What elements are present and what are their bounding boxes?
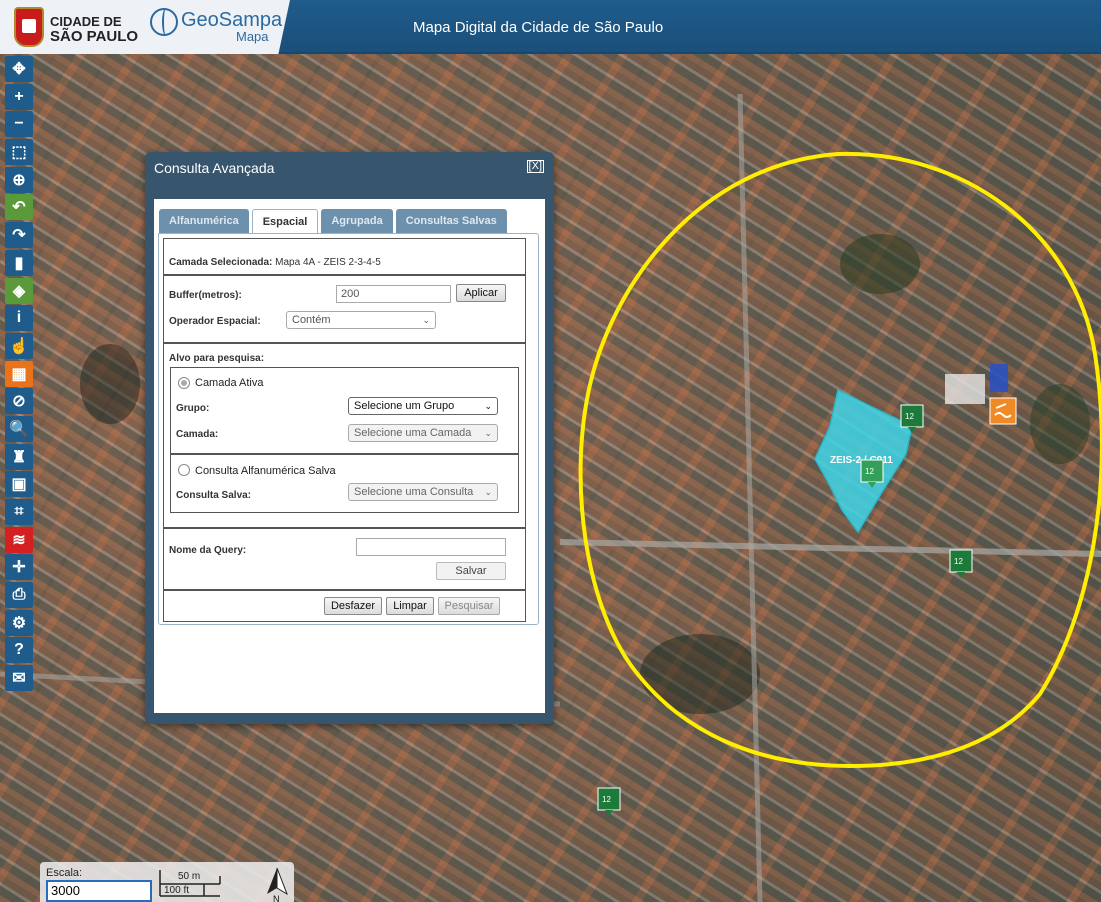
pan-icon[interactable]: ✥ (5, 56, 33, 82)
undo-icon[interactable]: ↶ (5, 194, 33, 221)
query-name-box: Nome da Query: Salvar (163, 528, 526, 590)
scale-widget: Escala: 3000 50 m 100 ft N (40, 862, 294, 902)
dialog-title: Consulta Avançada (154, 160, 275, 176)
pesquisar-button[interactable]: Pesquisar (438, 597, 500, 615)
tools-icon[interactable]: ⊘ (5, 388, 33, 415)
layers-icon[interactable]: ◈ (5, 277, 33, 304)
saved-query-label: Consulta Salva: (176, 490, 252, 501)
saved-query-radio[interactable] (178, 464, 190, 476)
zoom-in-icon[interactable]: + (5, 83, 33, 110)
redo-icon[interactable]: ↷ (5, 222, 33, 249)
terrain-icon[interactable]: ≋ (5, 526, 33, 553)
geosampa-globe-icon (150, 8, 178, 36)
active-layer-radio[interactable] (178, 377, 190, 389)
swimming-pool-marker (989, 397, 1017, 425)
mail-icon[interactable]: ✉ (5, 665, 33, 692)
tab-espacial[interactable]: Espacial (251, 209, 319, 233)
zoom-box-icon[interactable]: ⬚ (5, 139, 33, 166)
help-icon[interactable]: ? (5, 637, 33, 664)
actions-box: Desfazer Limpar Pesquisar (163, 590, 526, 622)
info-icon[interactable]: i (5, 305, 33, 332)
print-icon[interactable]: ⎙ (5, 582, 33, 609)
layer-label: Camada: (176, 429, 219, 440)
group-select[interactable]: Selecione um Grupo ⌄ (348, 397, 498, 415)
geosampa-subtitle: Mapa (236, 29, 269, 44)
buffer-label: Buffer(metros): (169, 290, 242, 301)
hand-pointer-icon[interactable]: ☝ (5, 332, 33, 359)
zoom-out-icon[interactable]: − (5, 111, 33, 138)
target-label: Alvo para pesquisa: (169, 353, 265, 364)
stamp-icon[interactable]: ♜ (5, 443, 33, 470)
saved-query-radio-label: Consulta Alfanumérica Salva (195, 465, 336, 477)
scale-label: Escala: (46, 867, 83, 879)
operator-select[interactable]: Contém ⌄ (286, 311, 436, 329)
advanced-query-dialog[interactable]: Consulta Avançada [X] Alfanumérica Espac… (145, 152, 554, 724)
map-marker: 12 (949, 549, 973, 578)
saved-query-select[interactable]: Selecione uma Consulta ⌄ (348, 483, 498, 501)
scale-metric: 50 m (178, 871, 201, 882)
buffer-input[interactable]: 200 (336, 285, 451, 303)
dialog-body: Alfanumérica Espacial Agrupada Consultas… (154, 199, 545, 713)
query-name-input[interactable] (356, 538, 506, 556)
svg-text:12: 12 (865, 467, 874, 476)
map-marker: 12 (597, 787, 621, 816)
city-crest-icon (14, 7, 44, 47)
tab-consultas-salvas[interactable]: Consultas Salvas (395, 209, 507, 233)
limpar-button[interactable]: Limpar (386, 597, 434, 615)
layer-select[interactable]: Selecione uma Camada ⌄ (348, 424, 498, 442)
close-button[interactable]: [X] (526, 160, 544, 173)
svg-text:N: N (273, 894, 280, 902)
svg-text:12: 12 (954, 557, 963, 566)
desfazer-button[interactable]: Desfazer (324, 597, 382, 615)
bookmark-icon[interactable]: ▮ (5, 249, 33, 276)
chevron-down-icon: ⌄ (484, 427, 492, 438)
globe-icon[interactable]: ⊕ (5, 166, 33, 193)
route-icon[interactable]: ✛ (5, 554, 33, 581)
scale-imperial: 100 ft (164, 885, 190, 896)
buffer-box: Buffer(metros): 200 Aplicar Operador Esp… (163, 275, 526, 343)
search-icon[interactable]: 🔍 (5, 415, 33, 442)
query-name-label: Nome da Query: (169, 545, 247, 556)
table-icon[interactable]: ▦ (5, 360, 33, 387)
page-title: Mapa Digital da Cidade de São Paulo (413, 19, 664, 36)
svg-text:12: 12 (905, 412, 914, 421)
tab-alfanumerica[interactable]: Alfanumérica (159, 209, 249, 233)
tab-bar: Alfanumérica Espacial Agrupada Consultas… (159, 209, 510, 233)
aplicar-button[interactable]: Aplicar (456, 284, 506, 302)
map-toolbar: ✥ + − ⬚ ⊕ ↶ ↷ ▮ ◈ i ☝ ▦ ⊘ 🔍 ♜ ▣ ⌗ ≋ ✛ ⎙ ⚙? ✉ (5, 56, 33, 693)
chevron-down-icon: ⌄ (484, 486, 492, 497)
selected-layer-label: Camada Selecionada: Mapa 4A - ZEIS 2-3-4… (169, 257, 381, 268)
chevron-down-icon: ⌄ (484, 400, 492, 411)
measure-icon[interactable]: ⌗ (5, 499, 33, 525)
active-layer-box: Camada Ativa Grupo: Selecione um Grupo ⌄ … (170, 367, 519, 454)
city-name-line2: SÃO PAULO (50, 28, 139, 45)
selected-layer-value: Mapa 4A - ZEIS 2-3-4-5 (275, 257, 381, 268)
north-arrow-icon: N (267, 867, 288, 902)
salvar-button[interactable]: Salvar (436, 562, 506, 580)
logo-area: CIDADE DE SÃO PAULO GeoSampa Mapa (0, 0, 290, 54)
espacial-panel: Camada Selecionada: Mapa 4A - ZEIS 2-3-4… (158, 233, 539, 625)
app-header: CIDADE DE SÃO PAULO GeoSampa Mapa Mapa D… (0, 0, 1101, 54)
target-box: Alvo para pesquisa: Camada Ativa Grupo: … (163, 343, 526, 528)
svg-text:12: 12 (602, 795, 611, 804)
scale-input[interactable]: 3000 (46, 880, 152, 902)
city-name-line1: CIDADE DE (50, 14, 122, 29)
tab-agrupada[interactable]: Agrupada (321, 209, 393, 233)
chevron-down-icon: ⌄ (422, 314, 430, 325)
saved-query-box: Consulta Alfanumérica Salva Consulta Sal… (170, 454, 519, 513)
operator-label: Operador Espacial: (169, 316, 261, 327)
group-label: Grupo: (176, 403, 210, 414)
active-layer-label: Camada Ativa (195, 377, 264, 389)
save-icon[interactable]: ▣ (5, 471, 33, 498)
settings-icon[interactable]: ⚙ (5, 609, 33, 636)
selected-layer-box: Camada Selecionada: Mapa 4A - ZEIS 2-3-4… (163, 238, 526, 275)
